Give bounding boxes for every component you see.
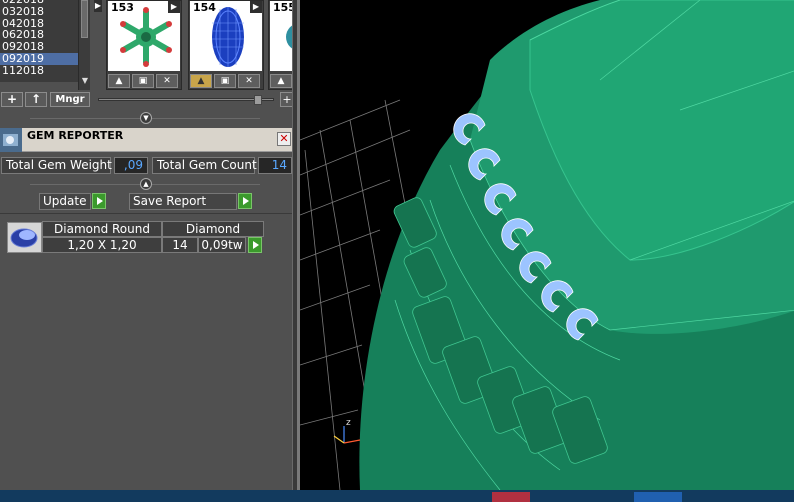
taskbar-item[interactable] [492,492,530,502]
axis-triad: z [333,418,361,444]
total-gem-weight-label: Total Gem Weight [1,157,112,174]
gem-reporter-header: GEM REPORTER ✕ [0,128,294,152]
gem-row-go-icon[interactable] [248,237,262,253]
up-arrow-icon[interactable]: ▲ [270,74,292,88]
panel-splitter[interactable] [292,0,297,490]
gem-reporter-icon [0,128,22,152]
thumbnail-card[interactable]: 154 ▶ ▲ ▣ ✕ [188,0,264,90]
left-panel: 022018 032018 042018 062018 092018 09201… [0,0,297,490]
thumbnail-card[interactable]: 153 ▶ ▲ ▣ ✕ [106,0,182,90]
round-diamond-icon[interactable] [7,222,42,253]
ring-body [359,0,794,490]
library-id-list[interactable]: 022018 032018 042018 062018 092018 09201… [0,0,78,82]
scroll-down-icon[interactable]: ▼ [80,76,90,86]
ring-model: z [300,0,794,490]
total-gem-count-label: Total Gem Count [152,157,257,174]
thumbnail-menu-icon[interactable]: ▶ [250,1,262,13]
thumbnail-arrow-icon[interactable]: ▶ [94,0,102,12]
gem-material-cell: Diamond [162,221,264,237]
axis-z-label: z [346,418,351,428]
update-button[interactable]: Update [39,193,91,210]
manager-button[interactable]: Mngr [50,92,90,107]
gem-weight-cell: 0,09tw [198,237,246,253]
list-item-selected[interactable]: 092019 [0,53,78,65]
gem-table: Diamond Round Diamond 1,20 X 1,20 14 0,0… [0,213,292,490]
gem-shape-cell: Diamond Round [42,221,162,237]
thumbnail-menu-icon[interactable]: ▶ [168,1,180,13]
update-go-icon[interactable] [92,193,106,209]
3d-viewport[interactable]: z [297,0,794,490]
id-list-scrollbar[interactable]: ▼ [78,0,90,90]
save-report-go-icon[interactable] [238,193,252,209]
panel-title: GEM REPORTER [27,129,124,142]
up-arrow-icon[interactable]: ▲ [108,74,130,88]
save-report-button[interactable]: Save Report [129,193,237,210]
delete-icon[interactable]: ✕ [238,74,260,88]
total-gem-weight-value: ,09 [114,157,148,174]
gem-size-cell: 1,20 X 1,20 [42,237,162,253]
save-icon[interactable]: ▣ [214,74,236,88]
taskbar-item[interactable] [634,492,682,502]
gem-count-cell: 14 [162,237,198,253]
add-icon[interactable]: + [1,92,23,107]
thumbnail-number: 153 [111,1,134,14]
up-arrow-icon[interactable]: ▲ [190,74,212,88]
slider-handle[interactable] [254,95,262,105]
collapse-toggle-icon[interactable]: ▼ [140,112,152,124]
taskbar [0,490,794,502]
list-item[interactable]: 032018 [0,5,78,18]
thumbnail-size-slider[interactable] [98,98,274,101]
list-item[interactable]: 112018 [0,64,78,77]
save-icon[interactable]: ▣ [132,74,154,88]
collapse-toggle-icon[interactable]: ▲ [140,178,152,190]
thumbnail-number: 154 [193,1,216,14]
upload-icon[interactable]: ↑ [25,92,47,107]
close-icon[interactable]: ✕ [277,132,291,146]
library-toolbar: + ↑ Mngr + [0,92,297,108]
total-gem-count-value: 14 [258,157,292,174]
delete-icon[interactable]: ✕ [156,74,178,88]
scrollbar-thumb[interactable] [81,0,88,38]
